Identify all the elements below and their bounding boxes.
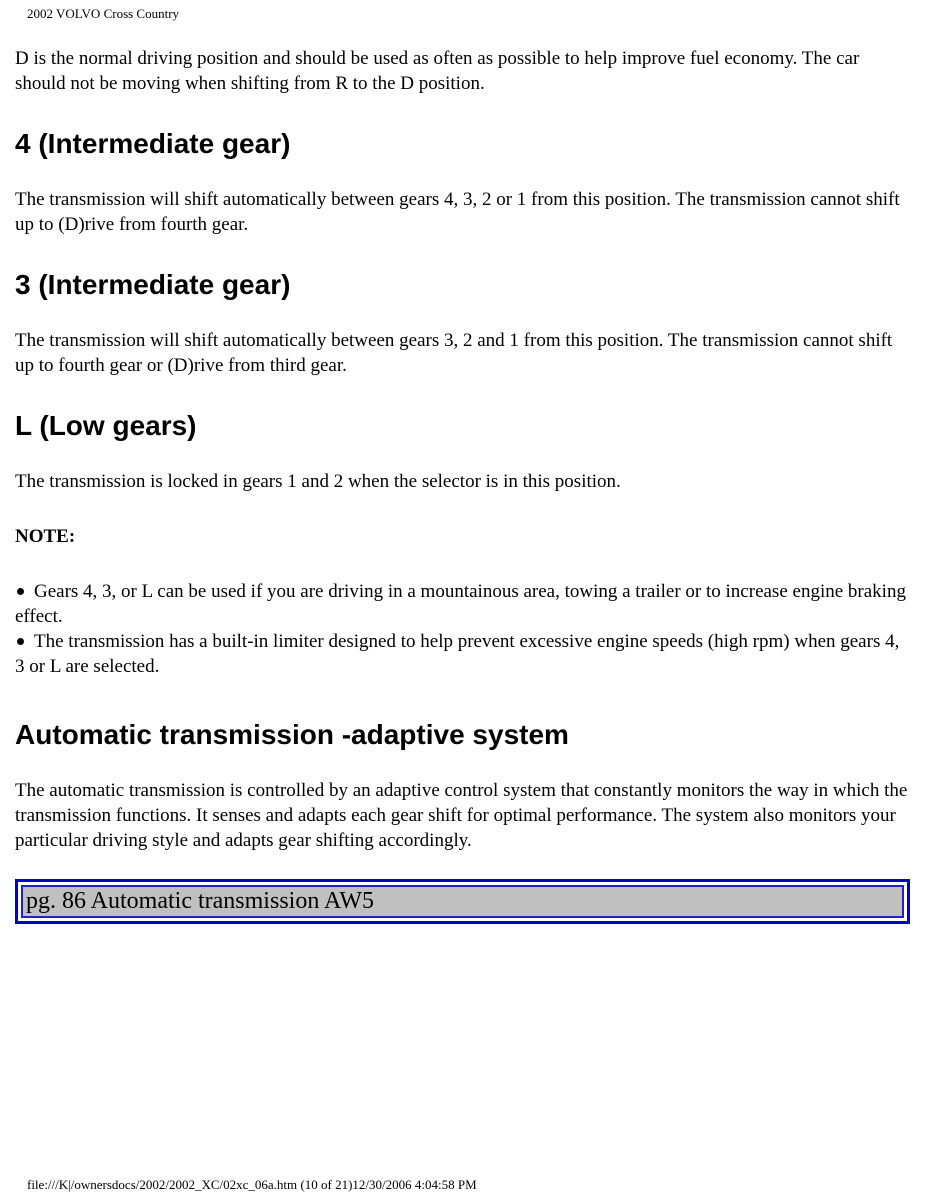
page-link-box[interactable]: pg. 86 Automatic transmission AW5 [15, 879, 910, 924]
section-text-adaptive-system: The automatic transmission is controlled… [15, 780, 908, 851]
section-heading-low-gears: L (Low gears) [15, 410, 197, 441]
document-content: D is the normal driving position and sho… [15, 46, 910, 853]
section-heading-gear-4: 4 (Intermediate gear) [15, 128, 291, 159]
document-footer-path: file:///K|/ownersdocs/2002/2002_XC/02xc_… [27, 1177, 477, 1192]
section-text-gear-3: The transmission will shift automaticall… [15, 330, 893, 376]
list-item: Gears 4, 3, or L can be used if you are … [15, 579, 910, 629]
section-heading-adaptive-system: Automatic transmission -adaptive system [15, 719, 569, 750]
bullet-text: The transmission has a built-in limiter … [15, 631, 900, 677]
document-header-title: 2002 VOLVO Cross Country [27, 6, 180, 21]
section-heading-gear-3: 3 (Intermediate gear) [15, 269, 291, 300]
list-item: The transmission has a built-in limiter … [15, 629, 910, 679]
bullet-icon [17, 587, 24, 595]
note-bullet-list: Gears 4, 3, or L can be used if you are … [15, 579, 910, 679]
intro-paragraph: D is the normal driving position and sho… [15, 48, 860, 94]
section-text-low-gears: The transmission is locked in gears 1 an… [15, 471, 621, 492]
section-text-gear-4: The transmission will shift automaticall… [15, 189, 900, 235]
bullet-text: Gears 4, 3, or L can be used if you are … [15, 581, 906, 627]
bullet-icon [17, 637, 24, 645]
note-label: NOTE: [15, 526, 76, 547]
page-link[interactable]: pg. 86 Automatic transmission AW5 [21, 885, 904, 918]
